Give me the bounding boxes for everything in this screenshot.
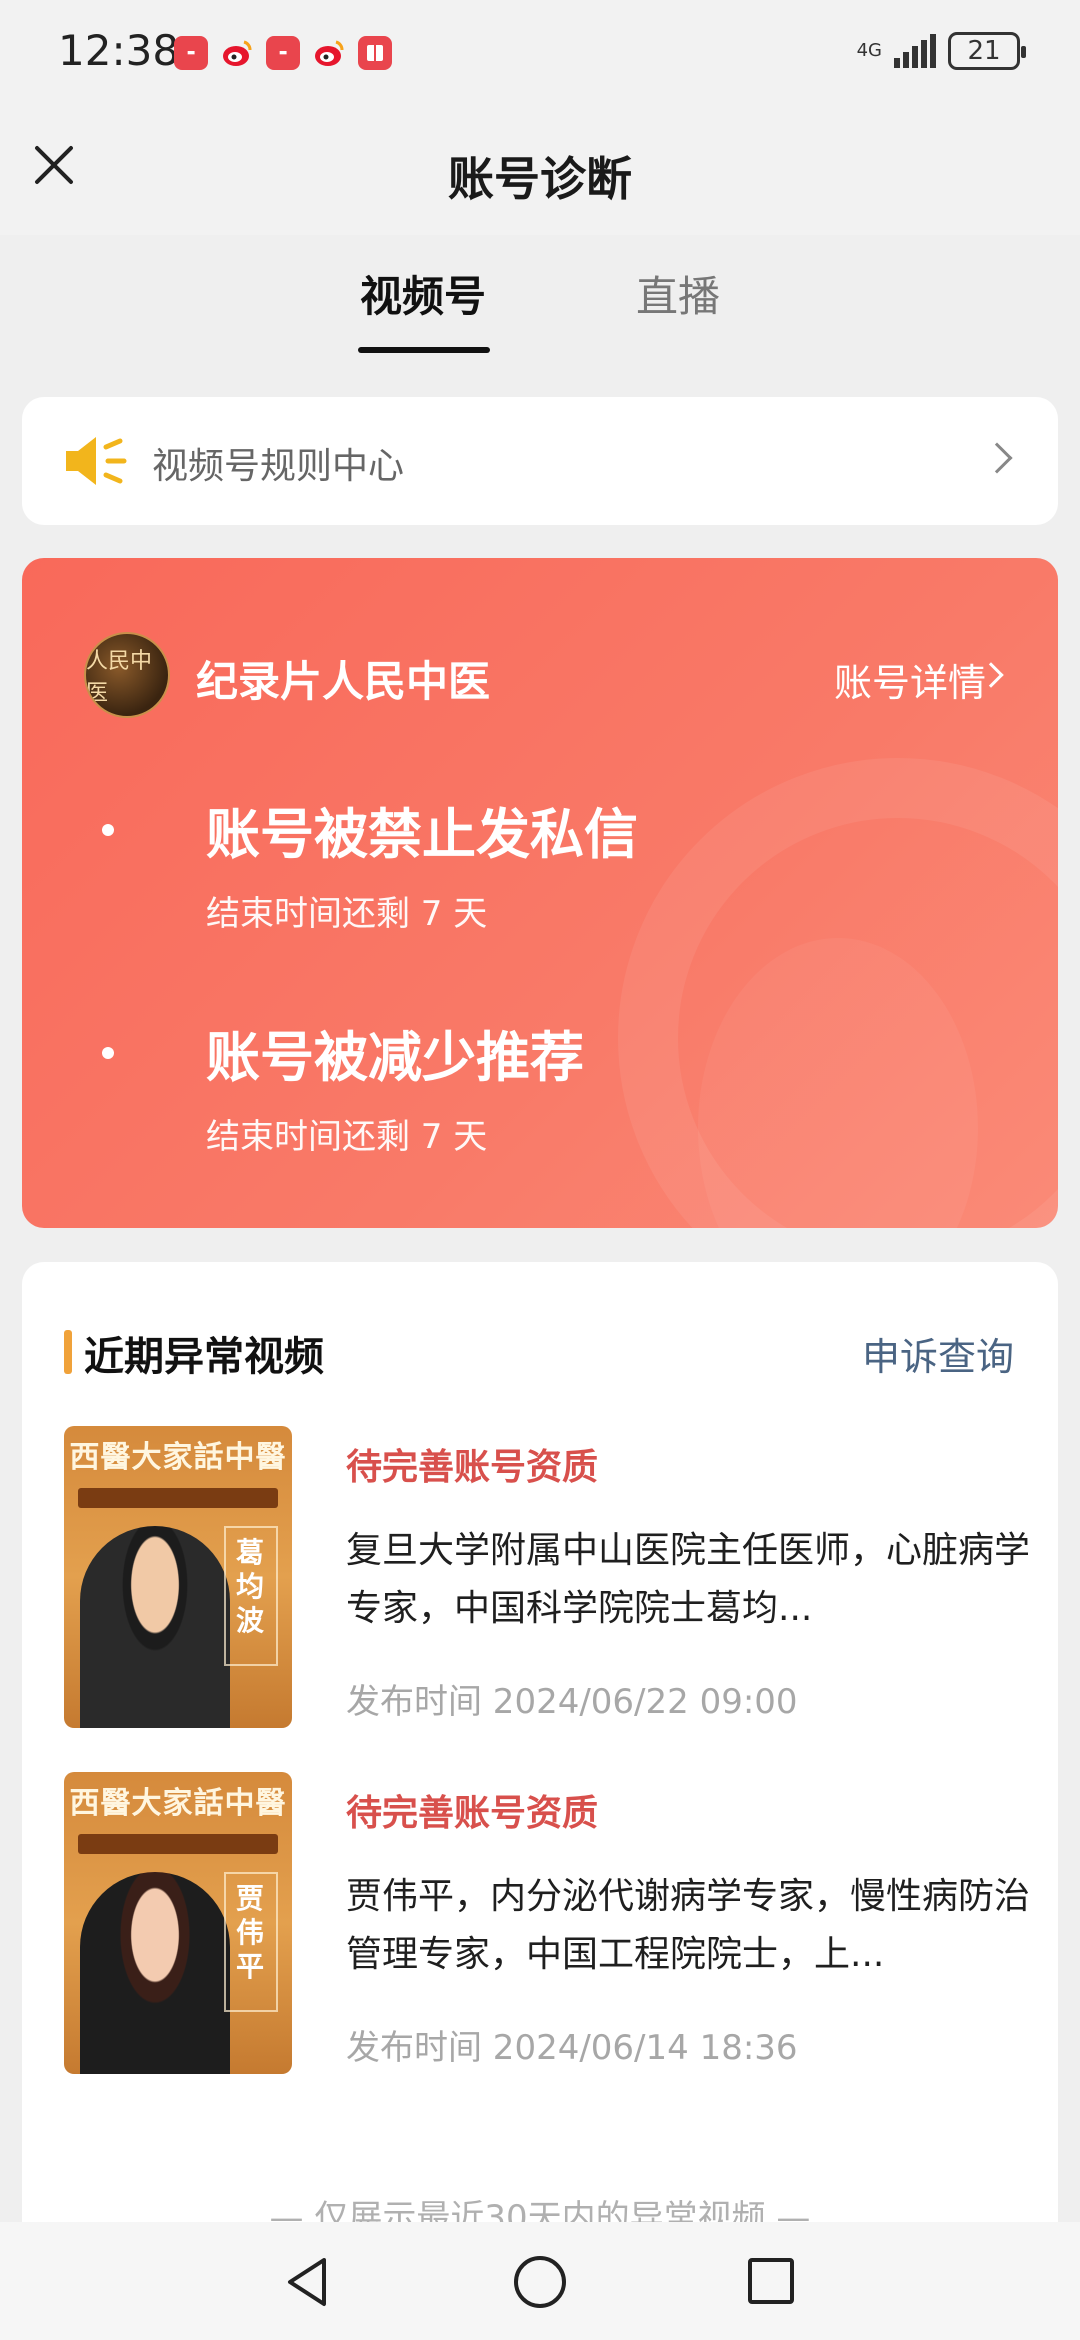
section-title: 近期异常视频 bbox=[84, 1334, 324, 1380]
penalty-title: 账号被禁止发私信 bbox=[206, 803, 638, 866]
status-bar: 12:38 ▬ ▬ 4G 21 bbox=[0, 0, 1080, 105]
thumbnail-portrait bbox=[80, 1526, 230, 1728]
battery-icon: 21 bbox=[948, 32, 1026, 70]
appeal-query-link[interactable]: 申诉查询 bbox=[862, 1326, 1014, 1381]
account-status-card: 人民中医 纪录片人民中医 账号详情 账号被禁止发私信 结束时间还剩 7 天 账号… bbox=[22, 558, 1058, 1228]
status-time: 12:38 bbox=[58, 26, 180, 75]
rules-center-label: 视频号规则中心 bbox=[152, 446, 405, 487]
signal-icon bbox=[894, 34, 936, 68]
video-publish-time: 发布时间 2024/06/14 18:36 bbox=[346, 2028, 798, 2068]
penalty-title: 账号被减少推荐 bbox=[206, 1026, 584, 1089]
tab-video-channel[interactable]: 视频号 bbox=[360, 263, 486, 324]
section-accent-bar bbox=[64, 1330, 72, 1374]
account-avatar[interactable]: 人民中医 bbox=[84, 632, 170, 718]
thumbnail-name: 葛均波 bbox=[235, 1536, 264, 1637]
speaker-icon bbox=[62, 433, 132, 489]
avatar-text: 人民中医 bbox=[86, 649, 153, 706]
huawei-app-icon: ▬ bbox=[174, 36, 208, 70]
tab-live[interactable]: 直播 bbox=[636, 263, 720, 324]
reader-app-icon bbox=[358, 36, 392, 70]
chevron-right-icon bbox=[981, 442, 1013, 474]
recent-apps-icon[interactable] bbox=[748, 2258, 794, 2304]
system-nav-bar bbox=[0, 2222, 1080, 2340]
page-title: 账号诊断 bbox=[448, 152, 632, 206]
recent-abnormal-videos: 近期异常视频 申诉查询 西醫大家話中醫 葛均波 待完善账号资质 复旦大学附属中山… bbox=[22, 1262, 1058, 2272]
video-publish-time: 发布时间 2024/06/22 09:00 bbox=[346, 1682, 798, 1722]
penalty-remaining: 结束时间还剩 7 天 bbox=[206, 894, 488, 934]
network-type: 4G bbox=[856, 40, 882, 61]
thumbnail-name: 贾伟平 bbox=[235, 1882, 264, 1983]
video-status: 待完善账号资质 bbox=[346, 1447, 599, 1488]
home-icon[interactable] bbox=[514, 2256, 566, 2308]
bullet-dot bbox=[102, 824, 114, 836]
thumbnail-title: 西醫大家話中醫 bbox=[69, 1786, 287, 1821]
thumbnail-banner bbox=[78, 1834, 278, 1854]
tab-bar: 视频号 直播 bbox=[0, 235, 1080, 365]
tab-active-indicator bbox=[358, 347, 490, 353]
thumbnail-title: 西醫大家話中醫 bbox=[69, 1440, 287, 1475]
video-description: 贾伟平，内分泌代谢病学专家，慢性病防治管理专家，中国工程院院士，上... bbox=[346, 1876, 1031, 1975]
video-list-item[interactable]: 西醫大家話中醫 葛均波 待完善账号资质 复旦大学附属中山医院主任医师，心脏病学专… bbox=[64, 1426, 1030, 1736]
system-indicators: 4G 21 bbox=[856, 32, 1026, 70]
video-description: 复旦大学附属中山医院主任医师，心脏病学专家，中国科学院院士葛均... bbox=[346, 1530, 1031, 1629]
video-thumbnail[interactable]: 西醫大家話中醫 葛均波 bbox=[64, 1426, 292, 1728]
huawei-app-icon: ▬ bbox=[266, 36, 300, 70]
account-detail-link[interactable]: 账号详情 bbox=[834, 652, 986, 707]
video-list-item[interactable]: 西醫大家話中醫 贾伟平 待完善账号资质 贾伟平，内分泌代谢病学专家，慢性病防治管… bbox=[64, 1772, 1030, 2082]
thumbnail-banner bbox=[78, 1488, 278, 1508]
video-thumbnail[interactable]: 西醫大家話中醫 贾伟平 bbox=[64, 1772, 292, 2074]
penalty-remaining: 结束时间还剩 7 天 bbox=[206, 1117, 488, 1157]
thumbnail-portrait bbox=[80, 1872, 230, 2074]
app-header: 账号诊断 bbox=[0, 105, 1080, 235]
rules-center-entry[interactable]: 视频号规则中心 bbox=[22, 397, 1058, 525]
bullet-dot bbox=[102, 1047, 114, 1059]
account-name: 纪录片人民中医 bbox=[196, 657, 491, 706]
weibo-icon bbox=[312, 36, 346, 70]
video-status: 待完善账号资质 bbox=[346, 1793, 599, 1834]
back-icon[interactable] bbox=[282, 2254, 332, 2310]
notification-icons: ▬ ▬ bbox=[174, 36, 392, 70]
battery-level: 21 bbox=[967, 36, 1001, 66]
weibo-icon bbox=[220, 36, 254, 70]
